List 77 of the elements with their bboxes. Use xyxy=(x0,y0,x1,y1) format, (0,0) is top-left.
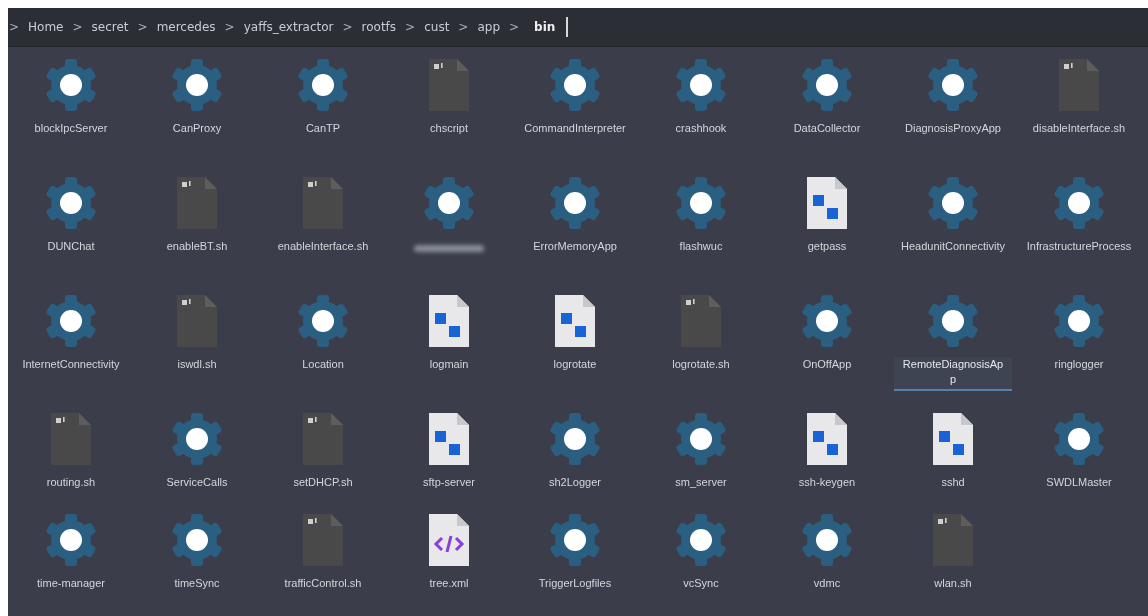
file-name[interactable]: logmain xyxy=(423,357,475,376)
file-name[interactable]: InternetConnectivity xyxy=(16,357,126,376)
file-name[interactable]: ErrorMemoryApp xyxy=(527,239,623,258)
file-name[interactable]: CanProxy xyxy=(166,121,228,140)
file-name[interactable]: ServiceCalls xyxy=(160,475,234,494)
file-name[interactable]: wlan.sh xyxy=(928,576,978,595)
binary-file-icon xyxy=(805,411,849,467)
breadcrumb-item[interactable]: yaffs_extractor xyxy=(243,20,334,34)
file-name[interactable]: sshd xyxy=(935,475,971,494)
file-name[interactable]: sh2Logger xyxy=(543,475,607,494)
separator: > xyxy=(72,20,83,34)
file-name[interactable]: ssh-keygen xyxy=(792,475,862,494)
file-name[interactable]: CanTP xyxy=(299,121,347,140)
text-cursor xyxy=(566,17,569,37)
script-file-icon xyxy=(301,512,345,568)
file-name[interactable]: vdmc xyxy=(807,576,847,595)
file-name[interactable]: ringlogger xyxy=(1048,357,1110,376)
file-name[interactable]: enableBT.sh xyxy=(160,239,234,258)
script-file-icon xyxy=(679,293,723,349)
file-name[interactable]: disableInterface.sh xyxy=(1026,121,1132,140)
file-name[interactable]: DataCollector xyxy=(787,121,867,140)
binary-file-icon xyxy=(805,175,849,231)
file-name[interactable]: logrotate.sh xyxy=(666,357,736,376)
file-name[interactable]: vcSync xyxy=(677,576,725,595)
script-file-icon xyxy=(301,411,345,467)
file-name[interactable]: trafficControl.sh xyxy=(278,576,368,595)
script-file-icon xyxy=(49,411,93,467)
file-name[interactable]: DUNChat xyxy=(41,239,101,258)
file-name[interactable]: RemoteDiagnosisApp xyxy=(894,357,1012,391)
file-name[interactable]: blockIpcServer xyxy=(28,121,114,140)
binary-file-icon xyxy=(427,411,471,467)
file-name[interactable]: InfrastructureProcess xyxy=(1020,239,1138,258)
file-name[interactable]: tree.xml xyxy=(423,576,475,595)
separator: > xyxy=(9,20,20,34)
separator: > xyxy=(509,20,520,34)
file-name[interactable]: flashwuc xyxy=(673,239,729,258)
separator: > xyxy=(458,20,469,34)
file-name[interactable]: chscript xyxy=(424,121,474,140)
file-name[interactable]: crashhook xyxy=(669,121,733,140)
breadcrumb-item[interactable]: cust xyxy=(424,20,450,34)
script-file-icon xyxy=(301,175,345,231)
script-file-icon xyxy=(1057,57,1101,113)
file-name[interactable]: Location xyxy=(296,357,350,376)
file-name[interactable]: CommandInterpreter xyxy=(518,121,632,140)
separator: > xyxy=(405,20,416,34)
script-file-icon xyxy=(427,57,471,113)
breadcrumb-item[interactable]: rootfs xyxy=(361,20,397,34)
file-name[interactable]: logrotate xyxy=(547,357,603,376)
file-name[interactable]: timeSync xyxy=(168,576,226,595)
separator: > xyxy=(224,20,235,34)
file-name[interactable]: setDHCP.sh xyxy=(287,475,359,494)
breadcrumb-item[interactable]: bin xyxy=(534,20,556,34)
breadcrumb-item[interactable]: app xyxy=(477,20,500,34)
file-name[interactable]: time-manager xyxy=(31,576,111,595)
separator: > xyxy=(342,20,353,34)
script-file-icon xyxy=(175,175,219,231)
file-name[interactable]: OnOffApp xyxy=(796,357,858,376)
script-file-icon xyxy=(175,293,219,349)
file-name[interactable]: DiagnosisProxyApp xyxy=(899,121,1007,140)
breadcrumb-item[interactable]: secret xyxy=(91,20,129,34)
file-name[interactable]: sm_server xyxy=(669,475,733,494)
breadcrumb-item[interactable]: mercedes xyxy=(156,20,216,34)
binary-file-icon xyxy=(427,293,471,349)
file-name[interactable]: routing.sh xyxy=(40,475,102,494)
file-name[interactable]: TriggerLogfiles xyxy=(532,576,618,595)
binary-file-icon xyxy=(931,411,975,467)
separator: > xyxy=(137,20,148,34)
file-name[interactable]: getpass xyxy=(801,239,853,258)
file-name[interactable]: SWDLMaster xyxy=(1040,475,1118,494)
breadcrumb-item[interactable]: Home xyxy=(28,20,64,34)
file-name[interactable]: sftp-server xyxy=(417,475,481,494)
script-file-icon xyxy=(931,512,975,568)
binary-file-icon xyxy=(553,293,597,349)
code-file-icon xyxy=(427,512,471,568)
file-name[interactable]: enableInterface.sh xyxy=(271,239,375,258)
file-name[interactable]: iswdl.sh xyxy=(171,357,223,376)
file-name[interactable]: HeadunitConnectivity xyxy=(895,239,1011,258)
